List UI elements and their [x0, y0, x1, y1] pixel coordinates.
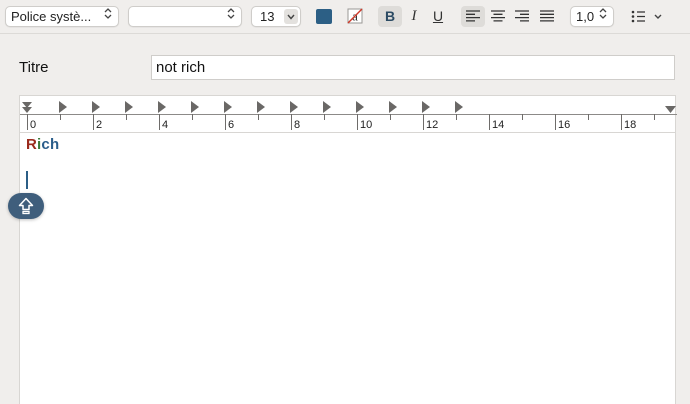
- font-size-dropdown-button[interactable]: [284, 9, 298, 24]
- tab-stop-marker: [422, 101, 430, 113]
- underline-button[interactable]: U: [426, 6, 450, 27]
- align-justify-button[interactable]: [535, 6, 559, 27]
- ruler-scale: 0 2 4 6 8 10 12 14 16 18: [20, 101, 677, 131]
- font-family-value: Police systè...: [11, 9, 92, 24]
- shift-key-icon: [18, 197, 34, 215]
- line-spacing-popup[interactable]: 1,0: [570, 6, 614, 27]
- editor-content: Rich: [26, 136, 59, 153]
- font-family-popup[interactable]: Police systè...: [5, 6, 119, 27]
- popup-chevrons-icon: [227, 7, 235, 26]
- ruler-label: 4: [162, 119, 168, 131]
- highlight-color-button[interactable]: a: [345, 7, 365, 25]
- ruler-label: 2: [96, 119, 102, 131]
- rich-text-char-r: R: [26, 136, 38, 153]
- ruler-label: 14: [492, 119, 504, 131]
- tab-stop-marker: [356, 101, 364, 113]
- bold-button[interactable]: B: [378, 6, 402, 27]
- align-right-button[interactable]: [510, 6, 534, 27]
- font-style-popup[interactable]: [128, 6, 242, 27]
- align-right-icon: [515, 10, 529, 22]
- text-cursor: [26, 171, 28, 189]
- right-margin-marker: [665, 106, 676, 113]
- line-spacing-value: 1,0: [576, 9, 595, 24]
- tab-stop-marker: [323, 101, 331, 113]
- tab-stop-marker: [224, 101, 232, 113]
- ruler-label: 6: [228, 119, 234, 131]
- tab-stop-marker: [92, 101, 100, 113]
- title-label: Titre: [19, 59, 49, 76]
- ruler-label: 16: [558, 119, 570, 131]
- text-ruler[interactable]: 0 2 4 6 8 10 12 14 16 18: [19, 95, 677, 132]
- rich-text-editor[interactable]: Rich: [19, 132, 676, 404]
- tab-stop-marker: [191, 101, 199, 113]
- popup-chevrons-icon: [104, 7, 112, 26]
- no-highlight-icon: a: [347, 8, 363, 24]
- title-input[interactable]: not rich: [151, 55, 675, 80]
- list-style-popup[interactable]: [627, 6, 667, 27]
- font-size-value: 13: [260, 9, 275, 24]
- align-center-button[interactable]: [486, 6, 510, 27]
- align-justify-icon: [540, 10, 554, 22]
- align-center-icon: [491, 10, 505, 22]
- tab-stop-marker: [257, 101, 265, 113]
- text-color-well[interactable]: [316, 9, 332, 24]
- tab-stop-marker: [59, 101, 67, 113]
- rich-text-chars-ch: ch: [41, 136, 60, 153]
- list-bullets-icon: [631, 10, 662, 23]
- align-left-button[interactable]: [461, 6, 485, 27]
- ruler-label: 8: [294, 119, 300, 131]
- caps-lock-indicator: [8, 193, 44, 219]
- font-size-combo[interactable]: 13: [251, 6, 301, 27]
- ruler-label: 0: [30, 119, 36, 131]
- ruler-label: 12: [426, 119, 438, 131]
- left-indent-marker: [22, 107, 32, 113]
- tab-stop-marker: [158, 101, 166, 113]
- format-toolbar: Police systè... 13 a B I U: [0, 0, 690, 34]
- popup-chevrons-icon: [599, 7, 607, 26]
- align-left-icon: [466, 10, 480, 22]
- tab-stop-marker: [455, 101, 463, 113]
- ruler-label: 18: [624, 119, 636, 131]
- tab-stop-marker: [125, 101, 133, 113]
- tab-stop-marker: [389, 101, 397, 113]
- ruler-label: 10: [360, 119, 372, 131]
- tab-stop-marker: [290, 101, 298, 113]
- italic-button[interactable]: I: [402, 6, 426, 27]
